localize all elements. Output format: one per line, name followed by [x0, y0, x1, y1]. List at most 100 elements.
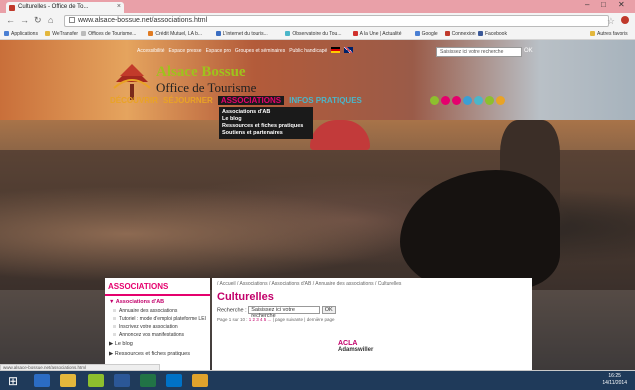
social-icon[interactable]	[496, 96, 505, 105]
bookmark-item[interactable]: A la Une | Actualité	[352, 31, 402, 37]
address-bar[interactable]: www.alsace-bossue.net/associations.html	[64, 15, 609, 27]
favicon-icon	[9, 5, 15, 11]
nav-decouvrir[interactable]: DÉCOUVRIR	[110, 96, 158, 105]
sidebar-item[interactable]: Tutoriel : mode d'emploi plateforme LEI	[105, 315, 210, 323]
result-title[interactable]: ACLA	[338, 340, 373, 347]
logo-subtitle: Office de Tourisme	[156, 80, 257, 95]
bookmark-item[interactable]: Applications	[4, 31, 38, 37]
maximize-icon[interactable]: □	[601, 0, 606, 9]
forward-icon[interactable]: →	[20, 15, 29, 25]
sidebar-link-label: Le blog	[114, 341, 133, 347]
bookmark-icon	[414, 31, 420, 36]
bookmark-icon	[444, 31, 450, 36]
bookmarks-bar: Applications WeTransfer Offices de Tourism…	[0, 29, 635, 40]
bookmark-item[interactable]: L'internet du touris...	[215, 31, 268, 37]
logo-name[interactable]: Alsace Bossue	[156, 64, 246, 81]
tab-title: Culturelles - Office de To...	[18, 4, 89, 10]
sidebar-item[interactable]: Annuaire des associations	[105, 307, 210, 315]
topnav-link[interactable]: Espace pro	[206, 48, 231, 54]
page-info-icon[interactable]	[69, 17, 75, 23]
social-icon[interactable]	[463, 96, 472, 105]
status-bar: www.alsace-bossue.net/associations.html	[0, 364, 160, 371]
hero-image-umbrella	[310, 120, 370, 150]
nav-infos-pratiques[interactable]: INFOS PRATIQUES	[289, 96, 362, 105]
minimize-icon[interactable]: –	[585, 0, 589, 9]
topnav-link[interactable]: Accessibilité	[137, 48, 165, 54]
nav-sejourner[interactable]: SÉJOURNER	[163, 96, 213, 105]
social-icon[interactable]	[452, 96, 461, 105]
app-icon[interactable]	[88, 374, 104, 387]
site-search-input[interactable]: Saisissez ici votre recherche	[436, 47, 522, 57]
chrome-icon[interactable]	[192, 374, 208, 387]
sidebar-item[interactable]: Annoncez vos manifestations	[105, 331, 210, 339]
main-content: / Accueil / Associations / Associations …	[212, 278, 532, 370]
dropdown-item[interactable]: Ressources et fiches pratiques	[222, 123, 310, 130]
social-icon[interactable]	[441, 96, 450, 105]
bookmark-label: A la Une | Actualité	[359, 31, 402, 37]
tab-bar: Culturelles - Office de To... × – □ ✕	[0, 0, 635, 13]
ie-icon[interactable]	[34, 374, 50, 387]
explorer-icon[interactable]	[60, 374, 76, 387]
bookmark-item[interactable]: Connexion	[444, 31, 476, 37]
back-icon[interactable]: ←	[6, 15, 15, 25]
windows-start-icon[interactable]: ⊞	[8, 374, 22, 388]
outlook-icon[interactable]	[166, 374, 182, 387]
bookmark-item[interactable]: Autres favoris	[590, 31, 628, 37]
sidebar-link[interactable]: ▶ Ressources et fiches pratiques	[105, 349, 210, 359]
bookmark-item[interactable]: Offices de Tourisme...	[81, 31, 136, 37]
close-window-icon[interactable]: ✕	[618, 0, 625, 9]
bookmark-icon	[4, 31, 9, 36]
sidebar-link[interactable]: ▶ Le blog	[105, 339, 210, 349]
search-input[interactable]: Saisissez ici votre recherche	[248, 306, 321, 319]
bookmark-icon	[215, 31, 221, 36]
bookmark-item[interactable]: Crédit Mutuel, LA b...	[148, 31, 202, 37]
social-icon[interactable]	[430, 96, 439, 105]
pager-pages[interactable]: 1 2 3 4 5 ...	[249, 317, 272, 322]
bookmark-label: Applications	[11, 31, 38, 37]
social-icon[interactable]	[474, 96, 483, 105]
social-icon[interactable]	[485, 96, 494, 105]
associations-dropdown: Associations d'AB Le blog Ressources et fi…	[219, 107, 313, 139]
bookmark-item[interactable]: Observatoire du Tou...	[285, 31, 342, 37]
bookmark-item[interactable]: Facebook	[478, 31, 507, 37]
sidebar-item[interactable]: Inscrivez votre association	[105, 323, 210, 331]
bookmark-star-icon[interactable]: ☆	[607, 16, 615, 27]
bookmark-item[interactable]: WeTransfer	[45, 31, 78, 37]
sidebar: ASSOCIATIONS ▼ Associations d'AB Annuair…	[105, 278, 210, 370]
pager: Page 1 sur 10 : 1 2 3 4 5 ... | page sui…	[217, 317, 527, 322]
dropdown-item[interactable]: Associations d'AB	[222, 109, 310, 116]
sidebar-title: ASSOCIATIONS	[105, 278, 210, 296]
breadcrumb[interactable]: / Accueil / Associations / Associations …	[217, 281, 527, 287]
german-flag-icon[interactable]	[331, 47, 341, 53]
close-tab-icon[interactable]: ×	[117, 3, 121, 10]
topnav-link[interactable]: Groupes et séminaires	[235, 48, 285, 54]
taskbar: ⊞ 16:25 14/11/2014	[0, 371, 635, 390]
result-item[interactable]: ACLA Adamswiller	[338, 340, 373, 353]
bookmark-label: WeTransfer	[52, 31, 79, 37]
home-icon[interactable]: ⌂	[48, 15, 53, 25]
dropdown-item[interactable]: Le blog	[222, 116, 310, 123]
pager-next[interactable]: | page suivante | dernière page	[273, 317, 335, 322]
sidebar-section[interactable]: ▼ Associations d'AB	[105, 296, 210, 307]
clock[interactable]: 16:25 14/11/2014	[602, 373, 627, 387]
bookmark-icon	[148, 31, 154, 36]
bookmark-item[interactable]: Google	[414, 31, 438, 37]
reload-icon[interactable]: ↻	[34, 15, 42, 26]
topnav-link[interactable]: Public handicapé	[289, 48, 327, 54]
bookmark-label: Google	[421, 31, 438, 37]
word-icon[interactable]	[114, 374, 130, 387]
browser-menu-icon[interactable]	[621, 16, 629, 24]
web-page: Accessibilité Espace presse Espace pro Grou…	[0, 40, 635, 370]
bookmark-icon	[285, 31, 291, 36]
uk-flag-icon[interactable]	[344, 47, 354, 53]
site-search-ok-button[interactable]: OK	[524, 48, 533, 54]
bookmark-label: Connexion	[451, 31, 476, 37]
browser-tab[interactable]: Culturelles - Office de To... ×	[6, 2, 124, 13]
dropdown-item[interactable]: Soutiens et partenaires	[222, 130, 310, 137]
excel-icon[interactable]	[140, 374, 156, 387]
topnav-link[interactable]: Espace presse	[169, 48, 202, 54]
bookmark-label: Facebook	[485, 31, 507, 37]
search-ok-button[interactable]: OK	[321, 306, 336, 314]
bookmark-icon	[590, 31, 595, 36]
nav-associations[interactable]: ASSOCIATIONS	[217, 96, 285, 105]
